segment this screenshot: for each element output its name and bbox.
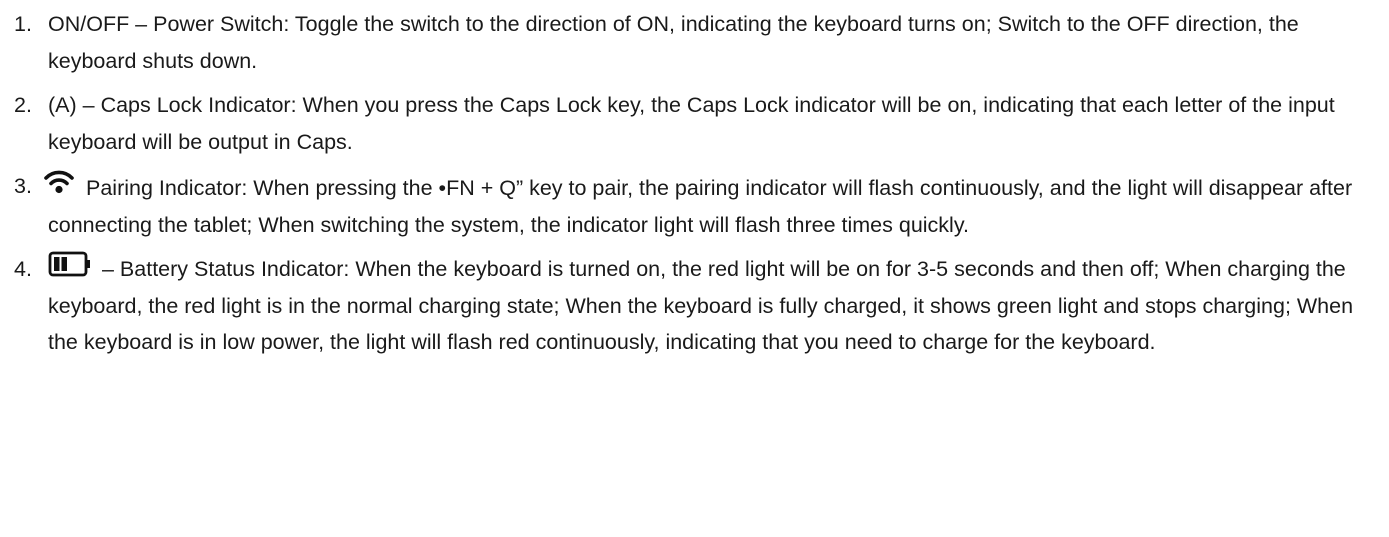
list-number: 4.: [14, 257, 32, 281]
battery-icon: [48, 251, 90, 277]
list-number: 1.: [14, 12, 32, 36]
list-item-battery: 4. – Battery Status Indicator: When the …: [0, 251, 1389, 361]
instruction-list: 1. ON/OFF – Power Switch: Toggle the swi…: [0, 0, 1389, 361]
list-item-text: (A) – Caps Lock Indicator: When you pres…: [48, 93, 1335, 154]
list-number: 2.: [14, 93, 32, 117]
list-item-text: – Battery Status Indicator: When the key…: [48, 257, 1354, 354]
list-item-caps-lock: 2. (A) – Caps Lock Indicator: When you p…: [0, 87, 1389, 160]
list-item-text: ON/OFF – Power Switch: Toggle the switch…: [48, 12, 1299, 73]
wifi-icon: [44, 170, 74, 194]
list-number: 3.: [14, 174, 32, 198]
list-item-pairing: 3. Pairing Indicator: When pressing the …: [0, 168, 1389, 243]
list-item-text: Pairing Indicator: When pressing the •FN…: [48, 176, 1353, 237]
list-item-power-switch: 1. ON/OFF – Power Switch: Toggle the swi…: [0, 6, 1389, 79]
